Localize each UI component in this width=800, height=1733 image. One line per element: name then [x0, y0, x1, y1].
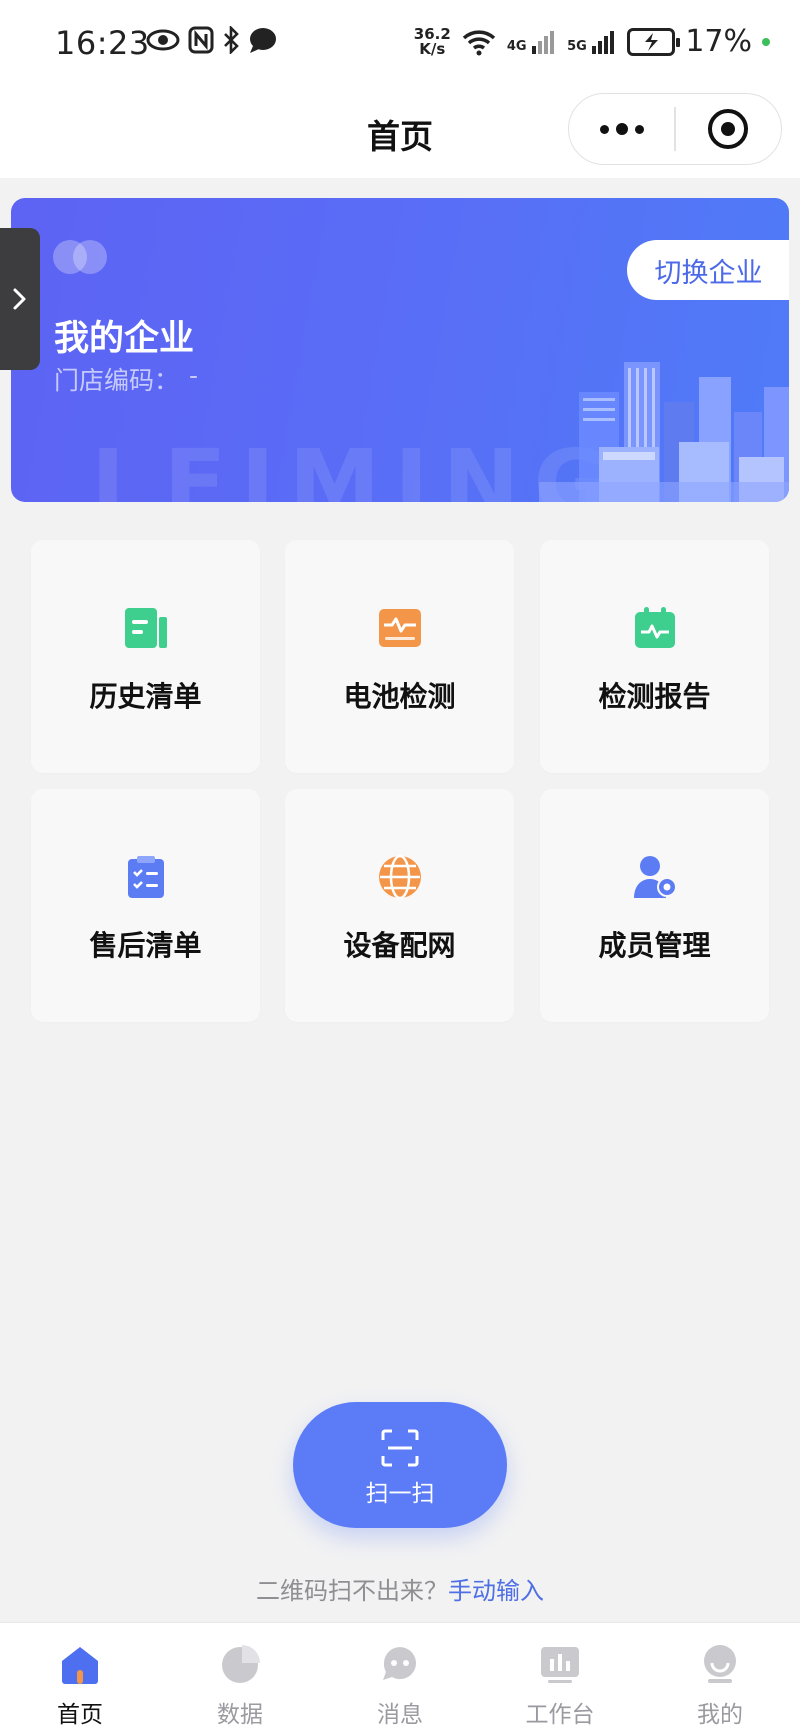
status-time: 16:23 — [55, 24, 150, 62]
tile-label: 电池检测 — [343, 680, 456, 713]
tab-messages[interactable]: 消息 — [320, 1623, 480, 1733]
tile-after-sales-list[interactable]: 售后清单 — [31, 789, 260, 1022]
close-mini-program-button[interactable] — [676, 94, 781, 164]
manual-input-link[interactable]: 手动输入 — [448, 1577, 544, 1605]
eye-icon — [146, 29, 180, 51]
tab-label: 我的 — [697, 1702, 743, 1728]
wifi-icon — [462, 29, 496, 55]
battery-test-icon — [379, 609, 421, 647]
tab-label: 首页 — [57, 1702, 103, 1728]
more-dot-icon — [599, 124, 609, 134]
bluetooth-icon — [224, 26, 239, 54]
bottom-tab-bar: 首页 数据 消息 工作台 我的 — [0, 1622, 800, 1733]
message-icon — [383, 1647, 416, 1680]
home-icon — [62, 1647, 98, 1684]
tab-workbench[interactable]: 工作台 — [480, 1623, 640, 1733]
history-list-icon — [125, 608, 167, 648]
status-left-icons — [146, 26, 278, 54]
store-code-label: 门店编码： — [54, 366, 180, 395]
scan-label: 扫一扫 — [365, 1481, 435, 1507]
chevron-right-icon — [13, 288, 26, 310]
tab-label: 数据 — [217, 1702, 263, 1728]
chat-bubble-icon — [250, 28, 276, 53]
enterprise-banner: LEIMING 我的企业 门店编码： - 切换企业 — [11, 198, 789, 502]
store-code: 门店编码： - — [54, 361, 198, 397]
nfc-icon — [188, 26, 214, 54]
enterprise-title: 我的企业 — [54, 319, 195, 359]
target-icon — [708, 109, 749, 149]
tab-data[interactable]: 数据 — [160, 1623, 320, 1733]
side-drawer-handle[interactable] — [0, 228, 40, 370]
tab-label: 工作台 — [525, 1702, 595, 1728]
signal-bars-icon — [592, 30, 615, 54]
tile-label: 成员管理 — [598, 929, 711, 962]
tab-mine[interactable]: 我的 — [640, 1623, 800, 1733]
report-icon — [635, 607, 675, 648]
mini-program-capsule — [568, 93, 782, 165]
tile-label: 设备配网 — [343, 929, 456, 962]
battery-percent: 17% — [685, 24, 752, 59]
signal-bars-icon — [532, 30, 555, 54]
more-dot-icon — [615, 123, 628, 135]
manual-input-hint: 二维码扫不出来？手动输入 — [0, 1571, 800, 1606]
brand-logo-icon — [53, 240, 109, 274]
tile-battery-test[interactable]: 电池检测 — [285, 540, 514, 773]
switch-enterprise-button[interactable]: 切换企业 — [627, 240, 789, 300]
tab-label: 消息 — [377, 1702, 423, 1728]
tile-test-report[interactable]: 检测报告 — [540, 540, 769, 773]
status-bar: 16:23 36.2 K/s 4G 5G 17% — [0, 0, 800, 86]
tile-history-list[interactable]: 历史清单 — [31, 540, 260, 773]
more-button[interactable] — [569, 94, 674, 164]
tab-home[interactable]: 首页 — [0, 1623, 160, 1733]
tile-label: 检测报告 — [598, 680, 711, 713]
nav-bar: 首页 — [0, 86, 800, 178]
battery-icon — [627, 27, 681, 56]
checklist-icon — [128, 856, 164, 898]
member-settings-icon — [634, 856, 677, 898]
manual-input-prompt: 二维码扫不出来？ — [256, 1577, 448, 1605]
city-buildings-illustration — [539, 362, 789, 502]
signal-5g: 5G — [567, 30, 617, 54]
workbench-icon — [541, 1647, 579, 1683]
tile-device-network[interactable]: 设备配网 — [285, 789, 514, 1022]
privacy-indicator — [762, 37, 770, 46]
status-right: 36.2 K/s 4G 5G 17% — [414, 24, 770, 59]
tile-label: 历史清单 — [89, 680, 202, 713]
net-speed: 36.2 K/s — [413, 24, 451, 58]
network-globe-icon — [379, 854, 421, 900]
signal-4g: 4G — [507, 30, 557, 54]
store-code-value: - — [189, 361, 199, 390]
scan-button[interactable]: 扫一扫 — [293, 1402, 507, 1528]
tile-member-management[interactable]: 成员管理 — [540, 789, 769, 1022]
profile-icon — [704, 1645, 736, 1683]
more-dot-icon — [634, 124, 644, 134]
pie-chart-icon — [222, 1645, 260, 1683]
scan-frame-icon — [381, 1429, 419, 1467]
tile-label: 售后清单 — [89, 929, 202, 962]
